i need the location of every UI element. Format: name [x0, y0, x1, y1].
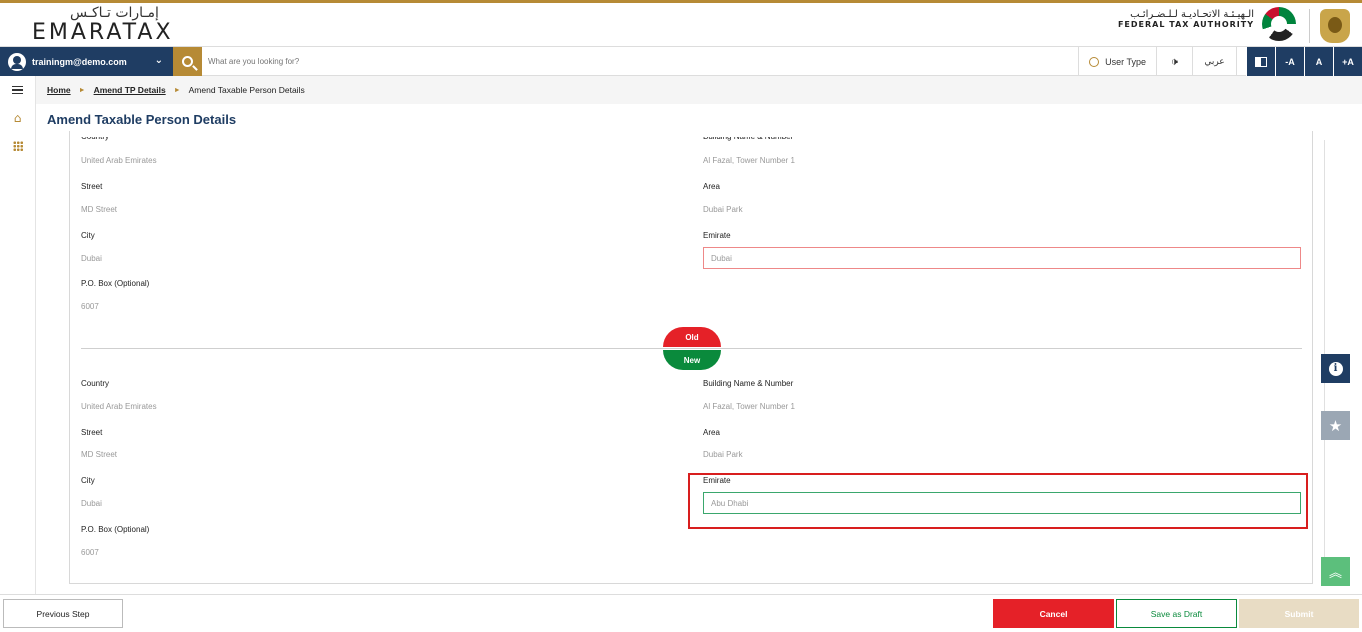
user-menu[interactable]: trainingm@demo.com ⌄	[0, 47, 173, 76]
changed-field-highlight	[688, 473, 1308, 529]
old-building-value: Al Fazal, Tower Number 1	[703, 156, 795, 165]
new-pobox-value: 6007	[81, 548, 99, 557]
breadcrumb-separator-icon: ►	[173, 86, 181, 94]
new-building-label: Building Name & Number	[703, 379, 794, 388]
search-input[interactable]	[208, 47, 808, 76]
user-type-button[interactable]: User Type	[1078, 47, 1156, 76]
page-title: Amend Taxable Person Details	[47, 112, 237, 127]
fta-emblem-icon	[1262, 7, 1296, 41]
uae-emblem-icon	[1320, 9, 1350, 43]
old-country-value: United Arab Emirates	[81, 156, 157, 165]
breadcrumb-separator-icon: ►	[78, 86, 86, 94]
old-city-value: Dubai	[81, 254, 102, 263]
app-header: إمـارات تـاكـس EMARATAX الـهيـئـة الاتحـ…	[0, 0, 1362, 46]
old-pobox-value: 6007	[81, 302, 99, 311]
sidebar-item-apps[interactable]	[0, 132, 35, 160]
new-area-label: Area	[703, 428, 720, 437]
address-comparison-card: Country United Arab Emirates Building Na…	[69, 131, 1313, 584]
new-country-label: Country	[81, 379, 110, 388]
contrast-icon	[1255, 56, 1267, 67]
breadcrumb-current: Amend Taxable Person Details	[188, 85, 305, 95]
left-sidebar: ⌂	[0, 76, 36, 632]
comparison-divider	[81, 348, 1302, 349]
old-city-label: City	[81, 231, 95, 240]
hamburger-icon	[12, 86, 23, 94]
old-building-label: Building Name & Number	[703, 132, 794, 141]
font-normal-button[interactable]: A	[1304, 47, 1333, 76]
grid-icon	[12, 141, 23, 151]
user-email: trainingm@demo.com	[32, 56, 127, 67]
font-increase-button[interactable]: +A	[1333, 47, 1362, 76]
info-icon: i	[1328, 361, 1343, 376]
navbar-tools: User Type 🕩 عربي -A A +A	[1078, 47, 1362, 76]
contrast-button[interactable]	[1246, 47, 1275, 76]
scroll-top-button[interactable]: ︽	[1321, 557, 1350, 586]
sidebar-item-home[interactable]: ⌂	[0, 104, 35, 132]
previous-step-button[interactable]: Previous Step	[3, 599, 123, 628]
favorite-button[interactable]: ★	[1321, 411, 1350, 440]
new-building-value: Al Fazal, Tower Number 1	[703, 402, 795, 411]
new-area-value: Dubai Park	[703, 450, 743, 459]
font-decrease-button[interactable]: -A	[1275, 47, 1304, 76]
old-area-label: Area	[703, 182, 720, 191]
speaker-icon: 🕩	[1171, 54, 1178, 68]
new-country-value: United Arab Emirates	[81, 402, 157, 411]
new-pobox-label: P.O. Box (Optional)	[81, 525, 150, 534]
search-button[interactable]	[173, 47, 202, 76]
new-city-label: City	[81, 476, 95, 485]
menu-toggle[interactable]	[0, 76, 35, 104]
new-badge: New	[663, 350, 721, 370]
fta-wordmark: الـهيـئـة الاتحـاديـة لـلـضـرائـب FEDERA…	[1118, 9, 1254, 29]
double-chevron-up-icon: ︽	[1328, 566, 1342, 581]
old-pobox-label: P.O. Box (Optional)	[81, 279, 150, 288]
fta-name-en: FEDERAL TAX AUTHORITY	[1117, 20, 1254, 29]
gear-icon	[1089, 56, 1100, 67]
old-street-label: Street	[81, 182, 103, 191]
save-as-draft-button[interactable]: Save as Draft	[1116, 599, 1237, 628]
chevron-down-icon: ⌄	[154, 55, 163, 66]
speaker-button[interactable]: 🕩	[1156, 47, 1192, 76]
star-icon: ★	[1328, 416, 1343, 435]
breadcrumb: Home ► Amend TP Details ► Amend Taxable …	[36, 76, 1362, 104]
action-footer: Previous Step Cancel Save as Draft Submi…	[0, 594, 1362, 632]
top-navbar: trainingm@demo.com ⌄ User Type 🕩 عربي -A…	[0, 46, 1362, 76]
user-avatar-icon	[8, 52, 26, 71]
nav-spacer	[1236, 47, 1246, 76]
fta-name-ar: الـهيـئـة الاتحـاديـة لـلـضـرائـب	[1130, 9, 1254, 20]
new-street-label: Street	[81, 428, 103, 437]
old-area-value: Dubai Park	[703, 205, 743, 214]
header-divider	[1309, 9, 1310, 43]
old-emirate-field: Dubai	[703, 247, 1301, 269]
info-button[interactable]: i	[1321, 354, 1350, 383]
submit-button[interactable]: Submit	[1239, 599, 1359, 628]
old-emirate-label: Emirate	[703, 231, 731, 240]
home-icon: ⌂	[13, 111, 22, 125]
language-toggle[interactable]: عربي	[1192, 47, 1236, 76]
cancel-button[interactable]: Cancel	[993, 599, 1114, 628]
breadcrumb-home[interactable]: Home	[47, 85, 71, 95]
user-type-label: User Type	[1105, 56, 1146, 67]
old-country-label: Country	[81, 132, 110, 141]
emaratax-logo-ar: إمـارات تـاكـس	[70, 5, 159, 21]
old-badge: Old	[663, 327, 721, 347]
new-street-value: MD Street	[81, 450, 118, 459]
old-street-value: MD Street	[81, 205, 118, 214]
search-icon	[182, 56, 193, 67]
new-city-value: Dubai	[81, 499, 102, 508]
breadcrumb-amend-tp[interactable]: Amend TP Details	[94, 85, 166, 95]
emaratax-logo[interactable]: EMARATAX	[32, 20, 174, 45]
